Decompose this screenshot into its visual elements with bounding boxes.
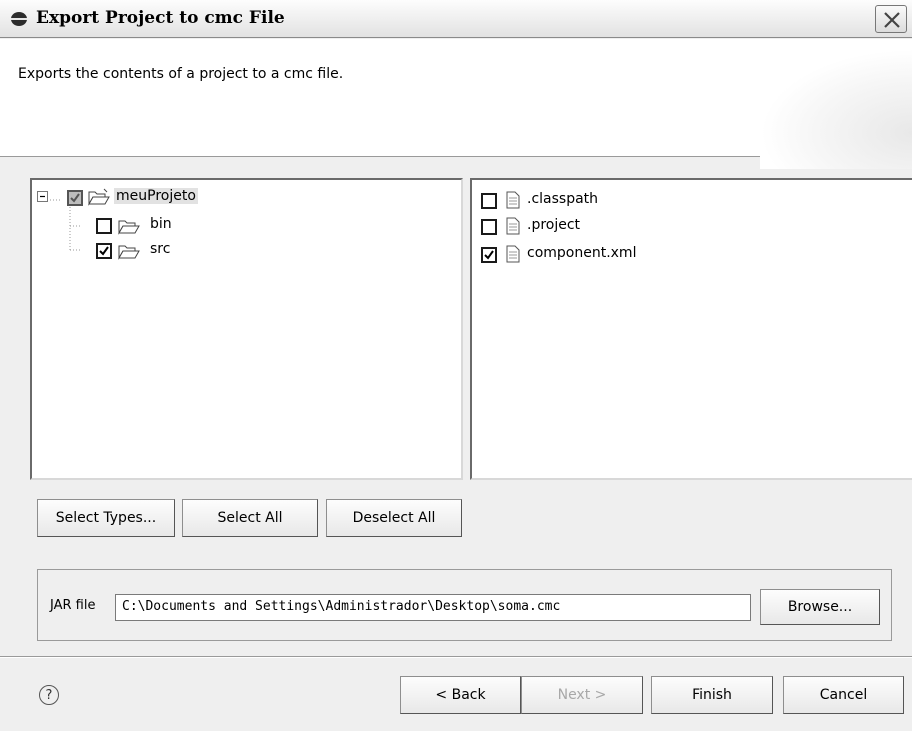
file-icon bbox=[506, 191, 520, 209]
list-item-label[interactable]: component.xml bbox=[527, 245, 636, 261]
header-banner-graphic bbox=[760, 49, 912, 169]
app-icon bbox=[10, 10, 28, 28]
folder-icon bbox=[118, 245, 140, 260]
finish-button[interactable]: Finish bbox=[651, 676, 773, 714]
close-icon bbox=[884, 12, 900, 28]
footer-divider bbox=[0, 656, 912, 658]
checkbox-project[interactable] bbox=[481, 219, 497, 235]
collapse-toggle-icon[interactable] bbox=[37, 191, 49, 203]
deselect-all-button[interactable]: Deselect All bbox=[326, 499, 462, 537]
cancel-button[interactable]: Cancel bbox=[783, 676, 904, 714]
file-icon bbox=[506, 217, 520, 235]
wizard-header: Exports the contents of a project to a c… bbox=[0, 39, 912, 169]
help-icon[interactable]: ? bbox=[39, 685, 59, 705]
window-title: Export Project to cmc File bbox=[36, 8, 285, 28]
tree-item-label[interactable]: src bbox=[150, 241, 170, 257]
next-button: Next > bbox=[521, 676, 643, 714]
jar-file-input[interactable]: C:\Documents and Settings\Administrador\… bbox=[115, 594, 751, 621]
checkbox-bin[interactable] bbox=[96, 218, 112, 234]
select-types-button[interactable]: Select Types... bbox=[37, 499, 175, 537]
browse-button[interactable]: Browse... bbox=[760, 589, 880, 625]
header-description: Exports the contents of a project to a c… bbox=[18, 66, 344, 82]
file-icon bbox=[506, 245, 520, 263]
checkbox-classpath[interactable] bbox=[481, 193, 497, 209]
list-item-label[interactable]: .classpath bbox=[527, 191, 598, 207]
checkbox-meuprojeto[interactable] bbox=[67, 190, 83, 206]
close-button[interactable] bbox=[875, 5, 907, 33]
checkbox-src[interactable] bbox=[96, 243, 112, 259]
tree-item-label[interactable]: bin bbox=[150, 216, 172, 232]
select-all-button[interactable]: Select All bbox=[182, 499, 318, 537]
list-item-label[interactable]: .project bbox=[527, 217, 580, 233]
folder-icon bbox=[118, 220, 140, 235]
file-list[interactable]: .classpath .project component.xml bbox=[470, 178, 912, 480]
title-bar: Export Project to cmc File bbox=[0, 0, 912, 38]
project-tree[interactable]: meuProjeto bin src bbox=[30, 178, 463, 480]
open-folder-icon bbox=[88, 188, 110, 206]
tree-item-label[interactable]: meuProjeto bbox=[114, 188, 198, 204]
checkbox-component-xml[interactable] bbox=[481, 247, 497, 263]
back-button[interactable]: < Back bbox=[400, 676, 521, 714]
jar-file-label: JAR file bbox=[50, 598, 96, 613]
